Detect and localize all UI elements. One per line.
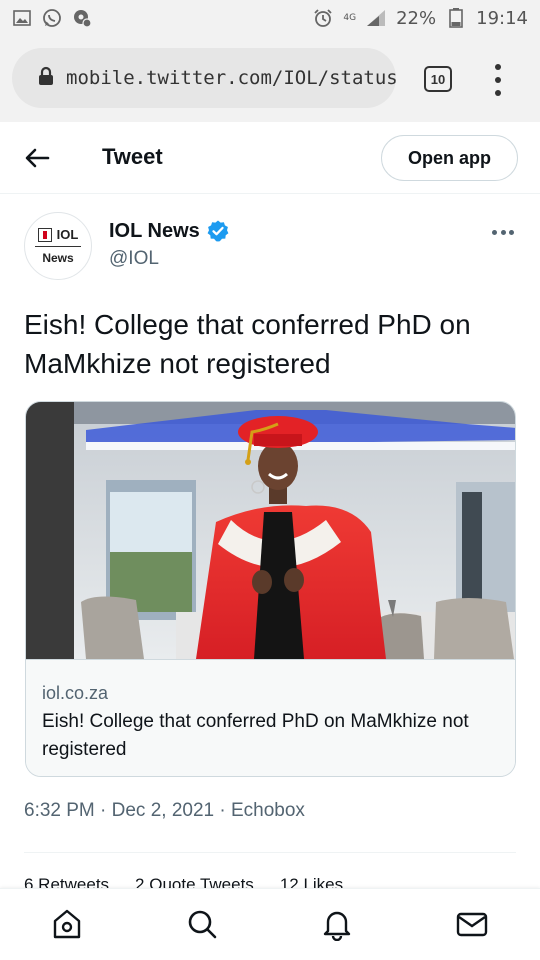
status-bar-right: 4G 22% 19:14 bbox=[313, 8, 528, 29]
address-bar[interactable]: mobile.twitter.com/IOL/status bbox=[12, 48, 396, 108]
likes-count[interactable]: 12 Likes bbox=[280, 875, 343, 889]
more-dot bbox=[500, 230, 506, 235]
iol-logo-mark bbox=[37, 227, 52, 242]
alarm-icon bbox=[313, 8, 333, 28]
messages-icon[interactable] bbox=[455, 907, 489, 941]
whatsapp-icon bbox=[42, 8, 62, 28]
more-dot bbox=[509, 230, 514, 235]
menu-dot bbox=[495, 90, 501, 96]
user-handle[interactable]: @IOL bbox=[109, 248, 159, 270]
browser-menu-button[interactable] bbox=[488, 64, 508, 96]
settings-notification-icon bbox=[72, 8, 92, 28]
tweet-author: IOL News IOL News @IOL bbox=[24, 212, 524, 282]
more-options-icon[interactable] bbox=[492, 230, 514, 238]
home-icon[interactable] bbox=[50, 907, 84, 941]
menu-dot bbox=[495, 64, 501, 70]
avatar-logo-rule bbox=[35, 246, 81, 247]
retweets-count[interactable]: 6 Retweets bbox=[24, 875, 109, 889]
url-text: mobile.twitter.com/IOL/status bbox=[66, 67, 396, 89]
back-arrow-icon[interactable] bbox=[22, 144, 52, 172]
divider bbox=[24, 852, 516, 853]
avatar[interactable]: IOL News bbox=[24, 212, 92, 280]
battery-percent: 22% bbox=[396, 7, 437, 29]
link-title: Eish! College that conferred PhD on MaMk… bbox=[42, 711, 469, 760]
tweet-page-header: Tweet Open app bbox=[0, 122, 540, 194]
article-image bbox=[26, 402, 515, 659]
avatar-logo-top: IOL bbox=[37, 227, 79, 242]
page-title: Tweet bbox=[102, 144, 163, 169]
battery-icon bbox=[446, 8, 466, 28]
status-bar: 4G 22% 19:14 bbox=[0, 0, 540, 36]
quote-tweets-count[interactable]: 2 Quote Tweets bbox=[135, 875, 254, 889]
tweet-stats: 6 Retweets 2 Quote Tweets 12 Likes bbox=[24, 875, 524, 889]
link-domain: iol.co.za bbox=[42, 683, 109, 703]
link-preview-card[interactable]: iol.co.za Eish! College that conferred P… bbox=[25, 401, 516, 777]
clock: 19:14 bbox=[476, 7, 528, 29]
network-type: 4G bbox=[343, 12, 357, 23]
avatar-logo-text: IOL bbox=[56, 227, 79, 242]
notifications-icon[interactable] bbox=[320, 907, 354, 942]
avatar-logo-subtext: News bbox=[42, 251, 74, 265]
display-name-text: IOL News bbox=[109, 219, 200, 242]
menu-dot bbox=[495, 77, 501, 83]
tab-switcher-button[interactable]: 10 bbox=[424, 66, 452, 92]
link-card-text: iol.co.za Eish! College that conferred P… bbox=[26, 659, 515, 776]
tweet-text: Eish! College that conferred PhD on MaMk… bbox=[24, 309, 471, 379]
browser-toolbar: mobile.twitter.com/IOL/status 10 bbox=[0, 36, 540, 122]
lock-icon bbox=[38, 66, 54, 91]
status-bar-left bbox=[12, 8, 92, 28]
display-name[interactable]: IOL News bbox=[109, 219, 230, 243]
search-icon[interactable] bbox=[185, 907, 219, 941]
bottom-navigation bbox=[0, 888, 540, 960]
verified-badge-icon bbox=[207, 220, 229, 242]
gallery-notification-icon bbox=[12, 8, 32, 28]
more-dot bbox=[492, 230, 497, 235]
open-app-button[interactable]: Open app bbox=[381, 135, 518, 181]
tweet-timestamp[interactable]: 6:32 PM · Dec 2, 2021 · Echobox bbox=[24, 800, 305, 822]
signal-icon bbox=[366, 8, 386, 28]
